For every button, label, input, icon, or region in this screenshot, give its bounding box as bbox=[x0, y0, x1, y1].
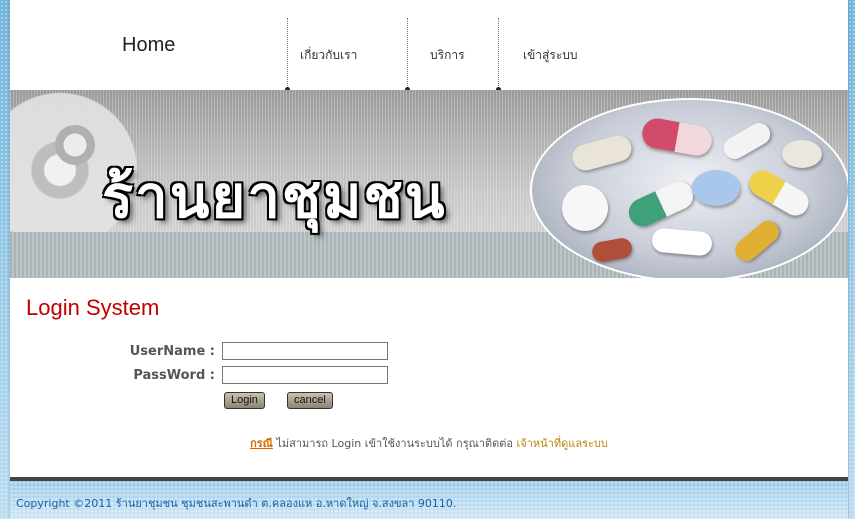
banner-small-disc-graphic bbox=[55, 125, 95, 165]
nav-item-services[interactable]: บริการ bbox=[405, 18, 465, 92]
nav-item-about[interactable]: เกี่ยวกับเรา bbox=[285, 18, 357, 92]
admin-contact-link[interactable]: เจ้าหน้าที่ดูแลระบบ bbox=[517, 437, 608, 450]
help-message: ไม่สามารถ Login เข้าใช้งานระบบได้ กรุณาต… bbox=[272, 437, 517, 450]
password-label: PassWord : bbox=[133, 368, 215, 383]
login-button[interactable]: Login bbox=[224, 392, 265, 409]
banner-shop-name: ร้านยาชุมชน bbox=[102, 163, 447, 231]
login-help-note: กรณี ไม่สามารถ Login เข้าใช้งานระบบได้ ก… bbox=[10, 434, 848, 452]
nav-item-login[interactable]: เข้าสู่ระบบ bbox=[496, 18, 609, 92]
page-container: Home เกี่ยวกับเรา บริการ เข้าสู่ระบบ ร้า… bbox=[10, 0, 848, 519]
footer: Copyright ©2011 ร้านยาชุมชน ชุมชนสะพานดำ… bbox=[10, 481, 848, 519]
nav-home-link[interactable]: Home bbox=[122, 34, 175, 57]
password-input[interactable] bbox=[222, 366, 388, 384]
nav-item-services-label[interactable]: บริการ bbox=[430, 46, 465, 65]
username-label: UserName : bbox=[129, 344, 215, 359]
copyright-text: Copyright ©2011 ร้านยาชุมชน ชุมชนสะพานดำ… bbox=[16, 497, 457, 510]
username-input[interactable] bbox=[222, 342, 388, 360]
top-navigation: Home เกี่ยวกับเรา บริการ เข้าสู่ระบบ bbox=[10, 0, 848, 92]
help-case-link[interactable]: กรณี bbox=[250, 437, 273, 450]
header-banner: ร้านยาชุมชน bbox=[10, 90, 848, 278]
cancel-button[interactable]: cancel bbox=[287, 392, 333, 409]
banner-pills-image bbox=[530, 98, 848, 278]
login-section-title: Login System bbox=[26, 295, 160, 320]
nav-item-login-label[interactable]: เข้าสู่ระบบ bbox=[523, 46, 578, 65]
nav-item-about-label[interactable]: เกี่ยวกับเรา bbox=[300, 46, 357, 65]
